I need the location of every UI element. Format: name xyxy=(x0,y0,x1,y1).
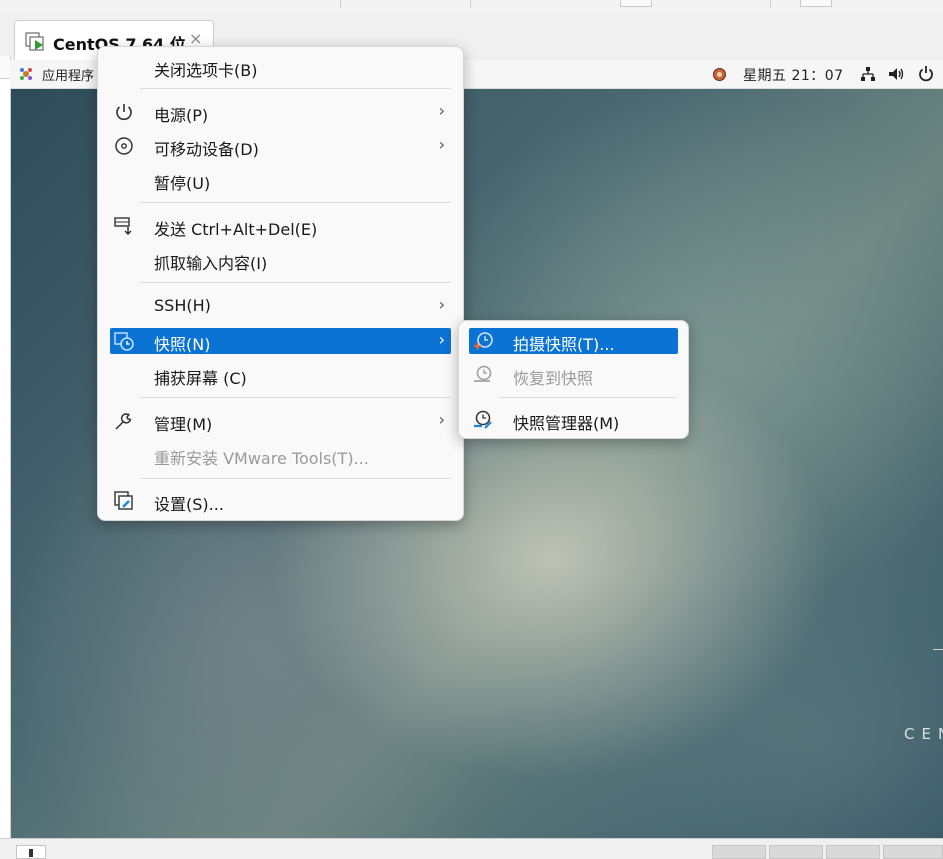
desktop-brand-text: CEN xyxy=(904,725,943,743)
chevron-right-icon: › xyxy=(438,330,445,349)
status-bar xyxy=(0,838,943,859)
toolbar-button[interactable] xyxy=(800,0,832,7)
menu-separator xyxy=(499,397,676,398)
applications-menu[interactable]: 应用程序 xyxy=(42,65,94,84)
settings-icon xyxy=(114,491,133,510)
chevron-right-icon: › xyxy=(438,135,445,154)
menu-item-grab-input[interactable]: 抓取输入内容(I) xyxy=(110,247,451,273)
snapshot-icon xyxy=(114,332,134,351)
menu-item-capture-screen[interactable]: 捕获屏幕 (C) xyxy=(110,362,451,388)
menu-item-take-snapshot[interactable]: 拍摄快照(T)... xyxy=(469,328,678,354)
power-icon xyxy=(116,104,132,121)
volume-icon[interactable] xyxy=(888,66,906,82)
toolbar-separator xyxy=(770,0,771,8)
network-icon[interactable] xyxy=(860,66,876,82)
library-panel-edge xyxy=(0,56,11,838)
chevron-right-icon: › xyxy=(438,410,445,429)
disc-icon xyxy=(115,137,133,155)
menu-item-send-ctrl-alt-del[interactable]: 发送 Ctrl+Alt+Del(E) xyxy=(110,213,451,239)
toolbar-separator xyxy=(340,0,341,8)
vm-running-icon xyxy=(25,32,44,51)
menu-separator xyxy=(140,397,451,398)
vm-context-menu: 关闭选项卡(B) 电源(P) › 可移动设备(D) › 暂停(U) 发送 Ctr… xyxy=(97,46,464,521)
power-icon[interactable] xyxy=(918,65,934,82)
menu-item-power[interactable]: 电源(P) › xyxy=(110,99,451,125)
weather-icon xyxy=(713,68,726,81)
status-button[interactable] xyxy=(712,845,766,859)
menu-item-snapshot-manager[interactable]: 快照管理器(M) xyxy=(469,407,678,433)
menu-separator xyxy=(140,478,451,479)
menu-item-settings[interactable]: 设置(S)... xyxy=(110,488,451,514)
status-button[interactable] xyxy=(883,845,943,859)
chevron-right-icon: › xyxy=(438,101,445,120)
snapshot-submenu: 拍摄快照(T)... 恢复到快照 快照管理器(M) xyxy=(458,320,689,439)
menu-item-removable-devices[interactable]: 可移动设备(D) › xyxy=(110,133,451,159)
menu-item-ssh[interactable]: SSH(H) › xyxy=(110,293,451,319)
menu-item-close-tab[interactable]: 关闭选项卡(B) xyxy=(110,54,451,80)
menu-separator xyxy=(140,282,451,283)
menu-separator xyxy=(140,202,451,203)
snapshot-manager-icon xyxy=(474,410,492,429)
status-button[interactable] xyxy=(826,845,880,859)
menu-separator xyxy=(140,88,451,89)
revert-snapshot-icon xyxy=(474,365,492,382)
menu-item-revert-to-snapshot: 恢复到快照 xyxy=(469,362,678,388)
chevron-right-icon: › xyxy=(438,295,445,314)
status-device-button[interactable] xyxy=(16,845,46,859)
toolbar-button[interactable] xyxy=(620,0,652,7)
status-button[interactable] xyxy=(769,845,823,859)
menu-item-pause[interactable]: 暂停(U) xyxy=(110,167,451,193)
toolbar-separator xyxy=(470,0,471,8)
menu-item-manage[interactable]: 管理(M) › xyxy=(110,408,451,434)
menu-item-snapshot[interactable]: 快照(N) › xyxy=(110,328,451,354)
wrench-icon xyxy=(115,413,132,430)
menu-item-reinstall-vmware-tools: 重新安装 VMware Tools(T)... xyxy=(154,449,369,468)
desktop-brand-mark xyxy=(933,649,943,650)
applications-icon xyxy=(20,68,32,80)
clock[interactable]: 星期五 21：07 xyxy=(743,65,844,85)
keyboard-send-icon xyxy=(114,217,132,236)
take-snapshot-icon xyxy=(474,332,493,350)
panel-toggle[interactable] xyxy=(0,56,10,79)
